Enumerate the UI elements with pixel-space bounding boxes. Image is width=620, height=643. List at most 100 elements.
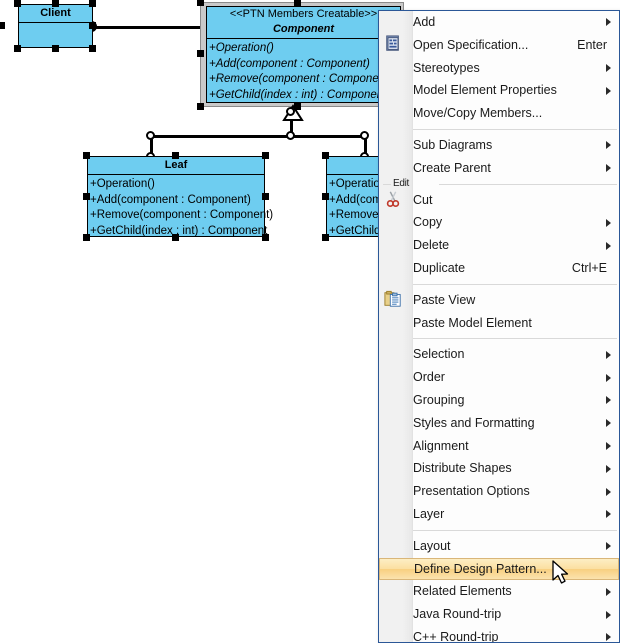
selection-handle[interactable]	[172, 152, 179, 159]
uml-class-client[interactable]: Client	[18, 4, 93, 48]
menu-item-distribute-shapes[interactable]: Distribute Shapes	[379, 457, 619, 480]
selection-handle[interactable]	[322, 152, 329, 159]
selection-handle[interactable]	[89, 0, 96, 7]
menu-item-label: C++ Round-trip	[413, 629, 499, 643]
chevron-right-icon	[606, 610, 611, 619]
menu-item-presentation-options[interactable]: Presentation Options	[379, 480, 619, 503]
menu-item-c-round-trip[interactable]: C++ Round-trip	[379, 626, 619, 643]
menu-item-paste-model-element[interactable]: Paste Model Element	[379, 312, 619, 335]
chevron-right-icon	[606, 542, 611, 551]
menu-item-label: Duplicate	[413, 260, 466, 275]
association-line-client-component	[92, 26, 212, 29]
selection-handle[interactable]	[197, 50, 204, 57]
chevron-right-icon	[606, 396, 611, 405]
selection-handle[interactable]	[262, 234, 269, 241]
menu-item-order[interactable]: Order	[379, 366, 619, 389]
junction-node[interactable]	[286, 131, 295, 140]
menu-separator-labeled: Edit	[379, 178, 619, 189]
menu-item-add[interactable]: Add	[379, 11, 619, 34]
menu-item-label: Layout	[413, 538, 451, 553]
junction-node[interactable]	[146, 131, 155, 140]
selection-handle[interactable]	[197, 0, 204, 6]
selection-handle[interactable]	[262, 193, 269, 200]
clipboard-icon	[384, 290, 406, 310]
menu-item-label: Cut	[413, 192, 433, 207]
menu-item-copy[interactable]: Copy	[379, 211, 619, 234]
chevron-right-icon	[606, 487, 611, 496]
class-name-leaf: Leaf	[164, 159, 188, 171]
selection-handle[interactable]	[14, 0, 21, 7]
menu-item-label: Open Specification...	[413, 37, 529, 52]
menu-item-label: Add	[413, 15, 436, 29]
specification-icon	[384, 35, 406, 55]
menu-separator	[379, 280, 619, 289]
menu-item-duplicate[interactable]: Duplicate Ctrl+E	[379, 257, 619, 280]
menu-item-sub-diagrams[interactable]: Sub Diagrams	[379, 134, 619, 157]
selection-handle[interactable]	[262, 152, 269, 159]
menu-item-label: Paste View	[413, 292, 476, 307]
menu-item-alignment[interactable]: Alignment	[379, 435, 619, 458]
operation: +Add(component : Component)	[90, 193, 251, 206]
selection-handle[interactable]	[0, 22, 5, 29]
chevron-right-icon	[606, 141, 611, 150]
selection-handle[interactable]	[322, 234, 329, 241]
menu-item-delete[interactable]: Delete	[379, 234, 619, 257]
class-name-client: Client	[40, 7, 71, 19]
menu-item-layer[interactable]: Layer	[379, 503, 619, 526]
selection-handle[interactable]	[294, 0, 301, 6]
menu-item-model-element-properties[interactable]: Model Element Properties	[379, 79, 619, 102]
menu-item-label: Stereotypes	[413, 60, 480, 75]
context-menu-items[interactable]: Add Open Specification... Enter Stereotypes…	[379, 11, 619, 643]
menu-item-grouping[interactable]: Grouping	[379, 389, 619, 412]
chevron-right-icon	[606, 218, 611, 227]
chevron-right-icon	[606, 441, 611, 450]
menu-separator	[379, 526, 619, 535]
menu-item-related-elements[interactable]: Related Elements	[379, 580, 619, 603]
selection-handle[interactable]	[14, 45, 21, 52]
operation: +Operation()	[209, 42, 274, 54]
menu-item-java-round-trip[interactable]: Java Round-trip	[379, 603, 619, 626]
selection-handle[interactable]	[322, 193, 329, 200]
mouse-cursor-icon	[552, 560, 569, 584]
class-divider	[19, 22, 92, 23]
chevron-right-icon	[606, 18, 611, 27]
class-stereotype-component: <<PTN Members Creatable>>	[229, 8, 378, 20]
selection-handle[interactable]	[83, 152, 90, 159]
menu-item-create-parent[interactable]: Create Parent	[379, 157, 619, 180]
chevron-right-icon	[606, 373, 611, 382]
selection-handle[interactable]	[52, 0, 59, 7]
class-operations-component: +Operation() +Add(component : Component)…	[207, 39, 400, 105]
chevron-right-icon	[606, 510, 611, 519]
selection-handle[interactable]	[52, 45, 59, 52]
junction-node[interactable]	[286, 107, 295, 116]
menu-item-stereotypes[interactable]: Stereotypes	[379, 57, 619, 80]
menu-item-label: Model Element Properties	[413, 83, 557, 98]
menu-item-shortcut: Enter	[577, 37, 607, 52]
selection-handle[interactable]	[83, 234, 90, 241]
class-name-component: Component	[272, 23, 335, 35]
menu-item-open-specification[interactable]: Open Specification... Enter	[379, 34, 619, 57]
operation: +Operation()	[90, 178, 155, 190]
selection-handle[interactable]	[172, 234, 179, 241]
menu-item-selection[interactable]: Selection	[379, 343, 619, 366]
menu-item-move-copy-members[interactable]: Move/Copy Members...	[379, 102, 619, 125]
selection-handle[interactable]	[89, 45, 96, 52]
junction-node[interactable]	[360, 131, 369, 140]
menu-item-paste-view[interactable]: Paste View	[379, 289, 619, 312]
menu-item-define-design-pattern[interactable]: Define Design Pattern...	[379, 557, 619, 581]
uml-class-component[interactable]: <<PTN Members Creatable>> Component +Ope…	[206, 6, 401, 103]
class-operations-leaf: +Operation() +Add(component : Component)…	[88, 175, 273, 241]
menu-item-layout[interactable]: Layout	[379, 535, 619, 558]
selection-handle[interactable]	[89, 22, 96, 29]
selection-handle[interactable]	[197, 103, 204, 110]
menu-item-cut[interactable]: Cut	[379, 189, 619, 212]
menu-item-styles-and-formatting[interactable]: Styles and Formatting	[379, 412, 619, 435]
operation: +Add(component : Component)	[209, 57, 370, 70]
context-menu[interactable]: Add Open Specification... Enter Stereotypes…	[378, 10, 620, 643]
chevron-right-icon	[606, 419, 611, 428]
uml-class-leaf[interactable]: Leaf +Operation() +Add(component : Compo…	[87, 156, 273, 237]
chevron-right-icon	[606, 164, 611, 173]
menu-item-label: Delete	[413, 238, 450, 253]
selection-handle[interactable]	[83, 193, 90, 200]
menu-item-label: Presentation Options	[413, 484, 530, 499]
